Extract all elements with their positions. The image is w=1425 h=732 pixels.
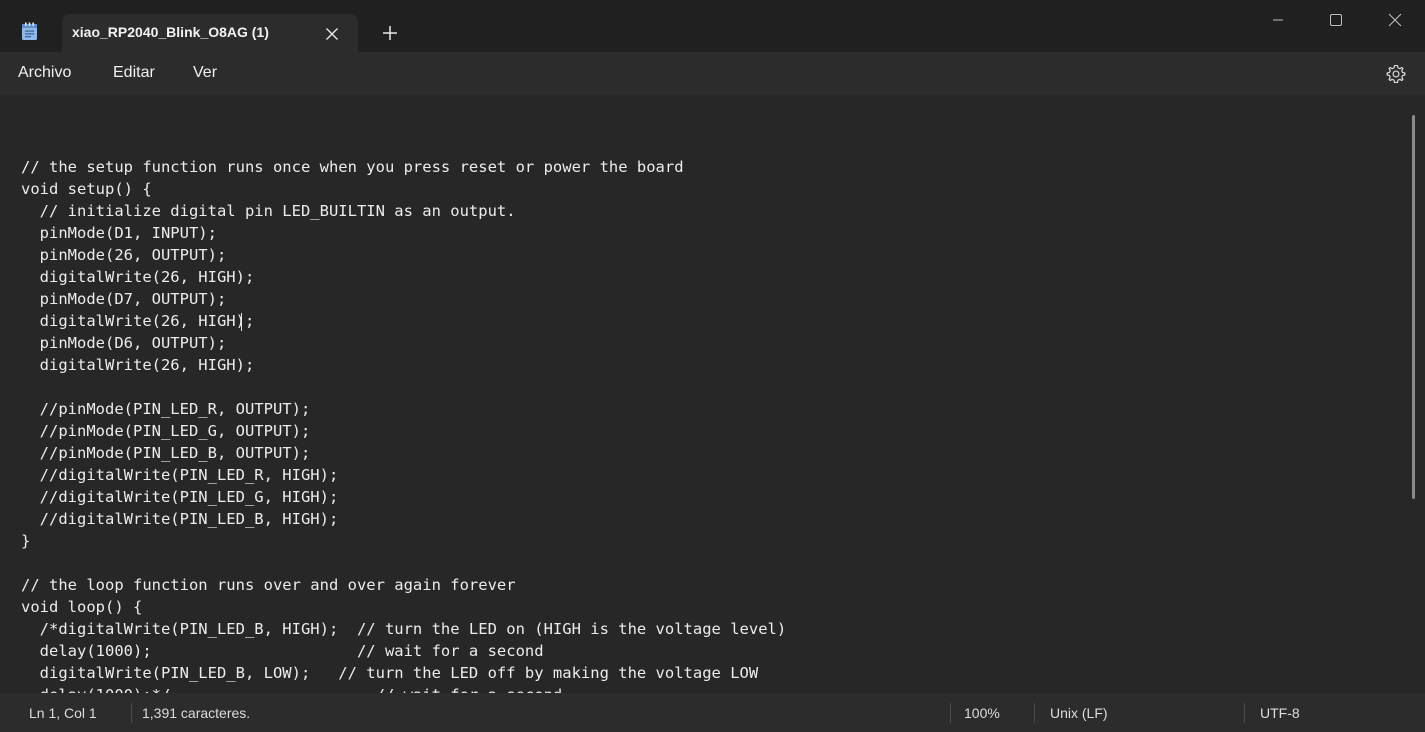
cursor-position[interactable]: Ln 1, Col 1 (29, 705, 97, 721)
code-line: //digitalWrite(PIN_LED_G, HIGH); (21, 488, 339, 506)
tab-title: xiao_RP2040_Blink_O8AG (1) (72, 24, 269, 40)
code-line: delay(1000); // wait for a second (21, 642, 544, 660)
plus-icon[interactable] (381, 24, 399, 42)
zoom-level[interactable]: 100% (964, 705, 1000, 721)
vertical-scrollbar[interactable] (1412, 115, 1415, 499)
gear-icon[interactable] (1385, 63, 1407, 85)
code-line: // initialize digital pin LED_BUILTIN as… (21, 202, 516, 220)
code-line: } (21, 532, 31, 550)
line-ending[interactable]: Unix (LF) (1050, 705, 1108, 721)
code-line: digitalWrite(26, HIGH); (21, 312, 255, 330)
menu-editar[interactable]: Editar (113, 64, 155, 82)
notepad-icon (22, 22, 37, 40)
status-divider (950, 703, 951, 723)
code-line: /*digitalWrite(PIN_LED_B, HIGH); // turn… (21, 620, 787, 638)
menu-ver[interactable]: Ver (193, 64, 217, 82)
code-line: //pinMode(PIN_LED_R, OUTPUT); (21, 400, 311, 418)
encoding[interactable]: UTF-8 (1260, 705, 1300, 721)
status-divider (1034, 703, 1035, 723)
code-line: digitalWrite(26, HIGH); (21, 356, 255, 374)
code-line: //digitalWrite(PIN_LED_R, HIGH); (21, 466, 339, 484)
code-line: // the setup function runs once when you… (21, 158, 684, 176)
status-divider (131, 703, 132, 723)
code-line: //digitalWrite(PIN_LED_B, HIGH); (21, 510, 339, 528)
close-window-icon[interactable] (1385, 10, 1405, 30)
code-line: pinMode(D1, INPUT); (21, 224, 217, 242)
text-editor[interactable]: // the setup function runs once when you… (0, 95, 1425, 693)
code-line: pinMode(D7, OUTPUT); (21, 290, 227, 308)
code-line: void setup() { (21, 180, 152, 198)
close-icon[interactable] (324, 26, 340, 42)
code-line: void loop() { (21, 598, 143, 616)
minimize-icon[interactable] (1268, 10, 1288, 30)
code-area[interactable]: // the setup function runs once when you… (21, 134, 786, 693)
code-line: //pinMode(PIN_LED_B, OUTPUT); (21, 444, 311, 462)
menu-bar: Archivo Editar Ver (0, 52, 1425, 95)
code-line: //pinMode(PIN_LED_G, OUTPUT); (21, 422, 311, 440)
status-bar: Ln 1, Col 1 1,391 caracteres. 100% Unix … (0, 693, 1425, 732)
code-line: pinMode(D6, OUTPUT); (21, 334, 227, 352)
code-line: // the loop function runs over and over … (21, 576, 516, 594)
text-caret (241, 313, 242, 331)
code-line: pinMode(26, OUTPUT); (21, 246, 227, 264)
status-divider (1244, 703, 1245, 723)
tab-document[interactable]: xiao_RP2040_Blink_O8AG (1) (62, 14, 358, 52)
code-line: delay(1000);*/ // wait for a second (21, 684, 786, 693)
code-line: digitalWrite(PIN_LED_B, LOW); // turn th… (21, 664, 759, 682)
menu-archivo[interactable]: Archivo (18, 64, 71, 82)
maximize-icon[interactable] (1326, 10, 1346, 30)
character-count: 1,391 caracteres. (142, 705, 251, 721)
code-line: digitalWrite(26, HIGH); (21, 268, 255, 286)
title-bar: xiao_RP2040_Blink_O8AG (1) (0, 0, 1425, 52)
